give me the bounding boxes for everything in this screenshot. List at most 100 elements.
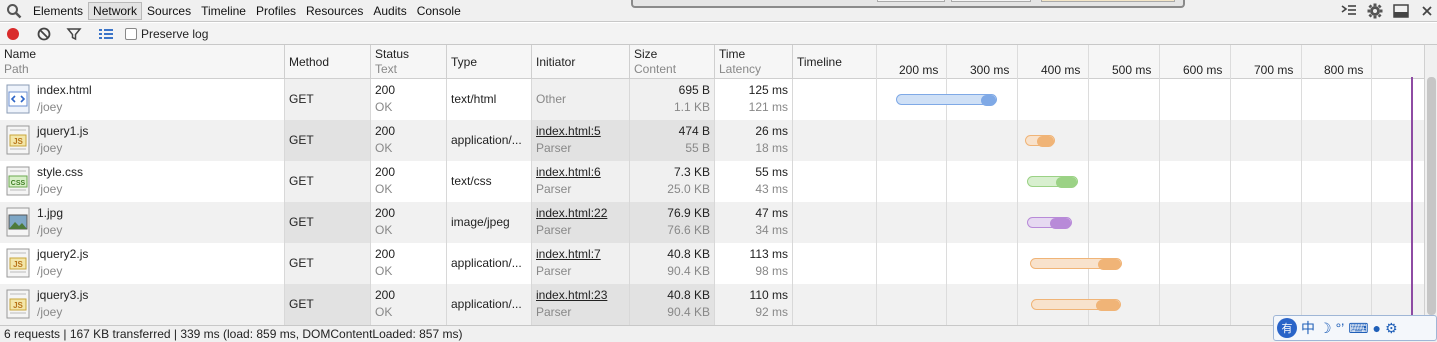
cell-time: 125 ms 121 ms — [715, 79, 793, 120]
scrollbar-thumb[interactable] — [1427, 77, 1436, 315]
moon-icon[interactable]: ☽ — [1319, 320, 1332, 337]
tab-timeline[interactable]: Timeline — [196, 2, 251, 20]
tab-resources[interactable]: Resources — [301, 2, 368, 20]
preserve-log-toggle[interactable]: Preserve log — [125, 27, 208, 41]
column-size[interactable]: Size Content — [630, 45, 715, 79]
cell-name[interactable]: JS jquery3.js/joey — [0, 284, 285, 325]
request-path: /joey — [37, 100, 63, 114]
preserve-log-checkbox[interactable] — [125, 28, 137, 40]
column-time[interactable]: Time Latency — [715, 45, 793, 79]
cell-initiator: index.html:23 Parser — [532, 284, 630, 325]
vertical-scrollbar[interactable] — [1424, 45, 1437, 325]
latency-time: 121 ms — [748, 100, 788, 114]
transfer-size: 474 B — [678, 124, 710, 138]
latency-time: 34 ms — [755, 223, 788, 237]
column-initiator[interactable]: Initiator — [532, 45, 630, 79]
cell-method: GET — [285, 243, 371, 284]
status-code: 200 — [375, 288, 396, 302]
gear-settings-icon[interactable]: ⚙ — [1385, 320, 1398, 337]
column-name[interactable]: Name Path — [0, 45, 285, 79]
microphone-icon[interactable]: ● — [1373, 320, 1381, 336]
tab-profiles[interactable]: Profiles — [251, 2, 301, 20]
request-name: style.css — [37, 165, 84, 179]
cell-size: 40.8 KB 90.4 KB — [630, 243, 715, 284]
clear-icon[interactable] — [36, 26, 52, 42]
timeline-gridline — [1088, 45, 1089, 325]
svg-text:JS: JS — [13, 301, 23, 310]
initiator-link[interactable]: index.html:22 — [536, 205, 625, 222]
search-icon[interactable] — [6, 3, 22, 19]
tab-network[interactable]: Network — [88, 2, 143, 20]
large-rows-icon[interactable] — [98, 26, 114, 42]
punctuation-icon[interactable]: °’ — [1336, 320, 1345, 336]
column-type[interactable]: Type — [447, 45, 532, 79]
cell-method: GET — [285, 79, 371, 120]
initiator-link[interactable]: index.html:5 — [536, 123, 625, 140]
network-toolbar: Preserve log — [0, 23, 1437, 45]
cell-type: image/jpeg — [447, 202, 532, 243]
initiator-link[interactable]: index.html:6 — [536, 164, 625, 181]
total-time: 26 ms — [755, 124, 788, 138]
record-icon[interactable] — [5, 26, 21, 42]
timeline-bar[interactable] — [896, 94, 998, 106]
timeline-gridline — [1159, 45, 1160, 325]
gear-icon[interactable] — [1365, 1, 1385, 21]
timeline-bar[interactable] — [1029, 258, 1122, 270]
cell-status: 200 OK — [371, 120, 447, 161]
dock-side-icon[interactable] — [1391, 1, 1411, 21]
image-file-icon — [6, 207, 30, 237]
timeline-bar[interactable] — [1024, 135, 1056, 147]
column-status[interactable]: Status Text — [371, 45, 447, 79]
column-latency-label: Latency — [719, 62, 762, 76]
cell-size: 40.8 KB 90.4 KB — [630, 284, 715, 325]
close-icon[interactable] — [1417, 1, 1437, 21]
timeline-tick-label: 600 ms — [1183, 63, 1223, 77]
column-status-label: Status — [375, 47, 410, 61]
initiator-link[interactable]: index.html:23 — [536, 287, 625, 304]
timeline-gridline — [876, 45, 877, 325]
cell-size: 76.9 KB 76.6 KB — [630, 202, 715, 243]
status-text: OK — [375, 141, 393, 155]
content-size: 55 B — [685, 141, 710, 155]
cell-initiator: index.html:5 Parser — [532, 120, 630, 161]
tab-elements[interactable]: Elements — [28, 2, 88, 20]
filter-icon[interactable] — [66, 26, 82, 42]
cell-name[interactable]: 1.jpg/joey — [0, 202, 285, 243]
timeline-gridline — [946, 45, 947, 325]
cell-time: 55 ms 43 ms — [715, 161, 793, 202]
cell-name[interactable]: CSS style.css/joey — [0, 161, 285, 202]
transfer-size: 695 B — [678, 83, 710, 97]
column-method-label: Method — [289, 55, 330, 69]
tab-console[interactable]: Console — [412, 2, 466, 20]
initiator-link[interactable]: index.html:7 — [536, 246, 625, 263]
column-method[interactable]: Method — [285, 45, 371, 79]
total-time: 125 ms — [748, 83, 788, 97]
status-text: OK — [375, 264, 393, 278]
cell-time: 47 ms 34 ms — [715, 202, 793, 243]
tab-audits[interactable]: Audits — [368, 2, 411, 20]
cell-name[interactable]: JS jquery1.js/joey — [0, 120, 285, 161]
column-text-label: Text — [375, 62, 398, 76]
tab-sources[interactable]: Sources — [142, 2, 196, 20]
console-drawer-icon[interactable] — [1339, 1, 1359, 21]
cell-name[interactable]: index.html/joey — [0, 79, 285, 120]
keyboard-icon[interactable]: ⌨ — [1348, 320, 1368, 337]
timeline-bar[interactable] — [1031, 299, 1122, 311]
ime-logo[interactable]: 有 — [1277, 318, 1297, 338]
timeline-gridline — [1301, 45, 1302, 325]
cell-initiator: index.html:22 Parser — [532, 202, 630, 243]
latency-time: 18 ms — [755, 141, 788, 155]
timeline-tick-label: 400 ms — [1041, 63, 1081, 77]
cell-size: 7.3 KB 25.0 KB — [630, 161, 715, 202]
request-name: jquery2.js — [37, 247, 89, 261]
dock-frame — [631, 0, 1185, 8]
timeline-bar[interactable] — [1026, 217, 1073, 229]
transfer-size: 7.3 KB — [673, 165, 710, 179]
initiator-type: Parser — [536, 141, 572, 155]
timeline-bar[interactable] — [1026, 176, 1078, 188]
column-timeline[interactable]: Timeline — [793, 45, 877, 79]
load-event-marker — [1411, 77, 1413, 325]
timeline-gridline — [1017, 45, 1018, 325]
cell-name[interactable]: JS jquery2.js/joey — [0, 243, 285, 284]
ime-mode-label[interactable]: 中 — [1301, 318, 1315, 338]
